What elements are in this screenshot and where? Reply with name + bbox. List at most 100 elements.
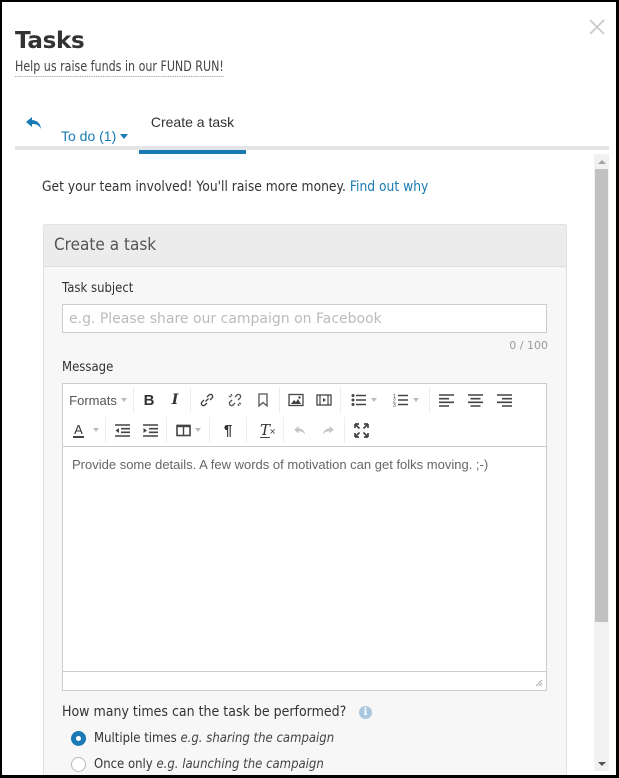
clear-formatting-icon: T × [259, 420, 276, 439]
frequency-question: How many times can the task be performed… [62, 704, 372, 720]
show-blocks-button[interactable]: ¶ [212, 416, 244, 444]
close-icon [589, 19, 605, 35]
undo-button[interactable] [286, 416, 314, 444]
table-button[interactable] [169, 416, 207, 444]
italic-button[interactable]: I [162, 386, 188, 414]
scroll-up-button[interactable] [594, 154, 609, 169]
caret-down-icon [120, 398, 127, 402]
align-left-icon [439, 393, 454, 407]
toolbar-divider [344, 417, 345, 443]
panel-heading: Create a task [44, 225, 566, 267]
resize-handle-icon[interactable] [535, 679, 543, 687]
scrollbar-thumb[interactable] [595, 169, 608, 622]
message-body-input[interactable]: Provide some details. A few words of mot… [63, 448, 546, 672]
task-subject-label: Task subject [62, 281, 134, 296]
redo-button[interactable] [314, 416, 342, 444]
align-right-button[interactable] [490, 386, 519, 414]
redo-icon [322, 425, 334, 435]
toolbar-divider [283, 417, 284, 443]
undo-icon [294, 425, 306, 435]
fullscreen-button[interactable] [347, 416, 375, 444]
scroll-down-button[interactable] [594, 756, 609, 771]
table-icon [175, 424, 191, 436]
italic-icon: I [171, 392, 179, 408]
formats-label: Formats [69, 392, 117, 408]
numbered-list-button[interactable]: 123 [385, 386, 427, 414]
info-icon[interactable]: i [359, 705, 372, 719]
formats-dropdown[interactable]: Formats [63, 386, 131, 414]
tasks-modal: Tasks Help us raise funds in our FUND RU… [2, 2, 616, 775]
text-color-button[interactable]: A [63, 416, 103, 444]
clear-formatting-button[interactable]: T × [249, 416, 281, 444]
paragraph-mark-icon: ¶ [223, 421, 233, 439]
indent-icon [142, 423, 158, 437]
outdent-button[interactable] [108, 416, 136, 444]
back-button[interactable] [25, 114, 43, 132]
align-center-icon [468, 393, 483, 407]
option-label: Once only [94, 757, 153, 772]
bookmark-icon [258, 393, 268, 408]
caret-down-icon [371, 398, 377, 402]
tab-create-task[interactable]: Create a task [139, 106, 246, 154]
frequency-option-once[interactable]: Once only e.g. launching the campaign [71, 757, 349, 772]
toolbar-divider [429, 387, 430, 413]
toolbar-divider [190, 387, 191, 413]
align-center-button[interactable] [461, 386, 490, 414]
caret-down-icon [194, 428, 201, 432]
caret-down-icon [413, 398, 419, 402]
frequency-option-multiple[interactable]: Multiple times e.g. sharing the campaign [71, 731, 361, 746]
message-label: Message [62, 360, 114, 375]
option-label: Multiple times [94, 731, 177, 746]
campaign-subtitle[interactable]: Help us raise funds in our FUND RUN! [15, 59, 224, 77]
intro-message: Get your team involved! You'll raise mor… [42, 179, 350, 195]
radio-unselected[interactable] [71, 757, 86, 772]
tab-content: Get your team involved! You'll raise mor… [15, 150, 609, 775]
insert-image-button[interactable] [282, 386, 310, 414]
bold-button[interactable]: B [136, 386, 162, 414]
close-button[interactable] [588, 18, 608, 38]
fullscreen-icon [353, 422, 369, 438]
bold-icon: B [143, 391, 155, 409]
toolbar-divider [105, 417, 106, 443]
svg-text:3: 3 [393, 403, 396, 407]
image-icon [288, 393, 304, 407]
task-subject-input[interactable] [62, 304, 547, 333]
find-out-why-link[interactable]: Find out why [350, 179, 428, 195]
radio-selected[interactable] [71, 731, 86, 746]
option-example: e.g. sharing the campaign [180, 731, 335, 746]
insert-link-button[interactable] [193, 386, 221, 414]
tab-bar: To do (1) Create a task [15, 106, 609, 154]
tab-create-task-label: Create a task [150, 114, 235, 130]
unlink-icon [228, 393, 242, 407]
indent-button[interactable] [136, 416, 164, 444]
option-example: e.g. launching the campaign [156, 757, 324, 772]
remove-link-button[interactable] [221, 386, 249, 414]
toolbar-divider [279, 387, 280, 413]
link-icon [200, 393, 214, 407]
toolbar-divider [166, 417, 167, 443]
anchor-button[interactable] [249, 386, 277, 414]
numbered-list-icon: 123 [393, 394, 408, 407]
bullet-list-button[interactable] [343, 386, 385, 414]
panel-heading-text: Create a task [54, 235, 157, 255]
toolbar-divider [133, 387, 134, 413]
tab-todo-label: To do (1) [61, 128, 117, 144]
align-left-button[interactable] [432, 386, 461, 414]
insert-media-button[interactable] [310, 386, 338, 414]
subject-char-counter: 0 / 100 [509, 339, 548, 352]
toolbar-divider [246, 417, 247, 443]
create-task-panel: Create a task Task subject 0 / 100 Messa… [43, 224, 567, 775]
text-color-icon: A [73, 421, 84, 438]
message-editor: Formats B I 1 2 3 A ¶ T × Provide some d… [62, 383, 547, 691]
vertical-scrollbar[interactable] [594, 154, 609, 771]
intro-text: Get your team involved! You'll raise mor… [42, 179, 428, 195]
caret-down-icon [92, 428, 99, 432]
outdent-icon [114, 423, 130, 437]
reply-arrow-icon [26, 117, 41, 129]
media-icon [316, 394, 332, 406]
modal-title: Tasks [15, 28, 85, 54]
caret-down-icon [120, 134, 129, 139]
bullet-list-icon [351, 394, 366, 406]
align-right-icon [497, 393, 512, 407]
editor-statusbar [63, 671, 546, 690]
